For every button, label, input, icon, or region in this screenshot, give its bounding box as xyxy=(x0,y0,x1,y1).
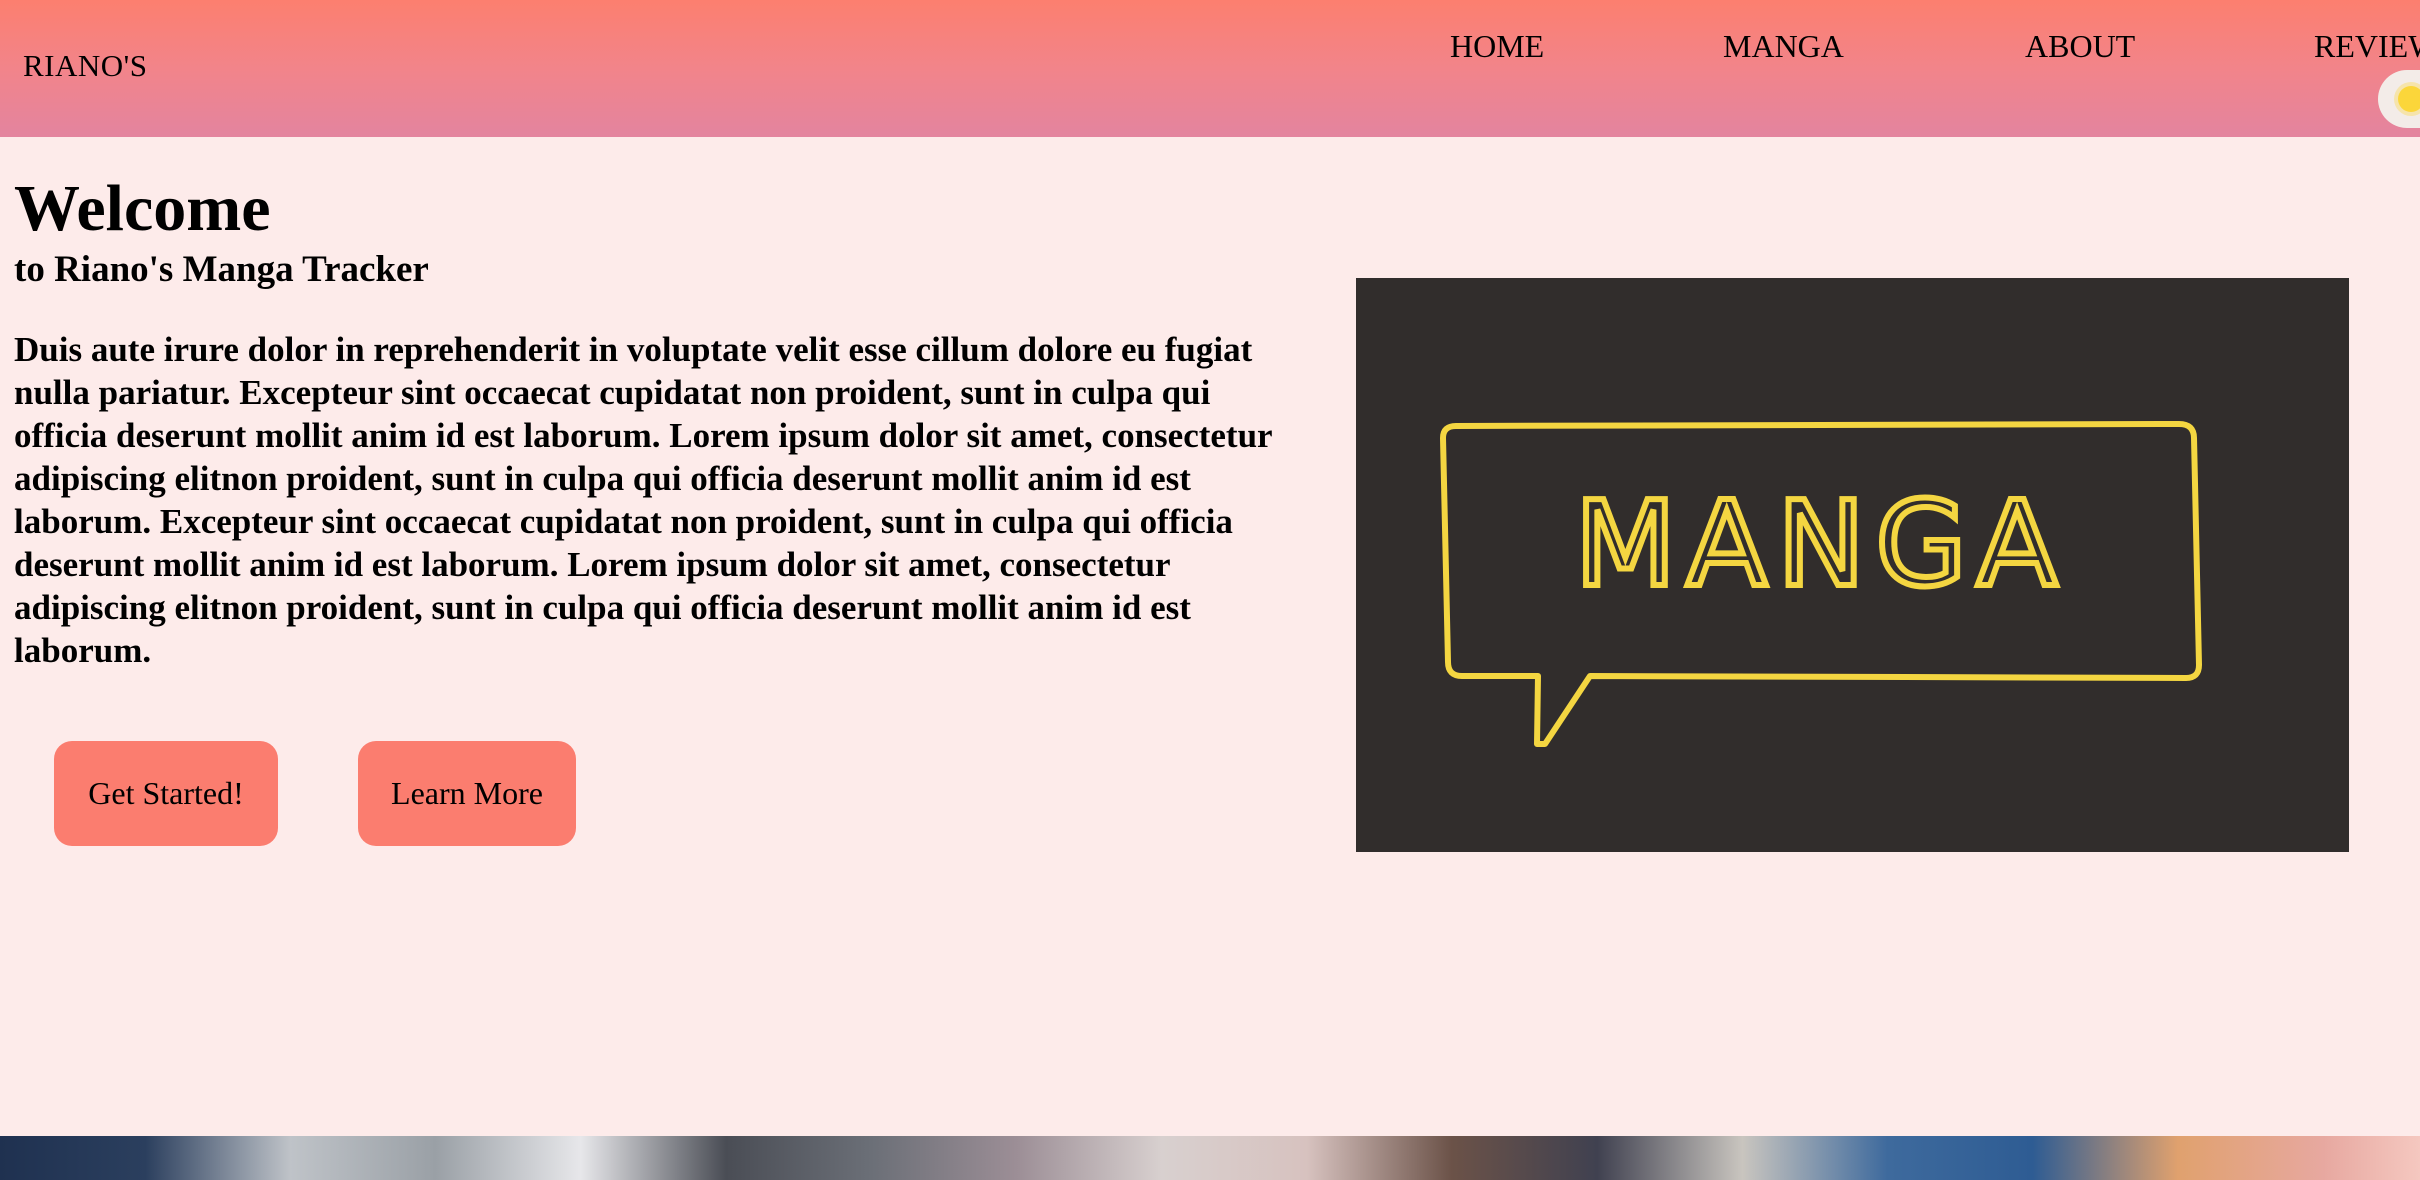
nav-home[interactable]: HOME xyxy=(1450,28,1544,65)
hero-subtitle: to Riano's Manga Tracker xyxy=(14,249,429,290)
header: RIANO'S HOME MANGA ABOUT REVIEWS xyxy=(0,0,2420,137)
nav-about[interactable]: ABOUT xyxy=(2025,28,2135,65)
brand-logo[interactable]: RIANO'S xyxy=(23,48,148,84)
learn-more-button[interactable]: Learn More xyxy=(358,741,576,846)
hero-paragraph: Duis aute irure dolor in reprehenderit i… xyxy=(14,330,1272,670)
hero-title: Welcome xyxy=(14,172,271,245)
sun-icon xyxy=(2398,86,2420,112)
page: RIANO'S HOME MANGA ABOUT REVIEWS Welcome… xyxy=(0,0,2420,1180)
next-section-preview-image xyxy=(0,1136,2420,1180)
neon-sign-text: MANGA xyxy=(1575,475,2068,613)
nav-manga[interactable]: MANGA xyxy=(1723,28,1844,65)
theme-toggle[interactable] xyxy=(2378,70,2420,128)
nav-reviews[interactable]: REVIEWS xyxy=(2314,28,2420,65)
neon-sign-graphic: MANGA xyxy=(1440,421,2202,747)
get-started-button[interactable]: Get Started! xyxy=(54,741,278,846)
manga-neon-image: MANGA xyxy=(1356,278,2349,852)
